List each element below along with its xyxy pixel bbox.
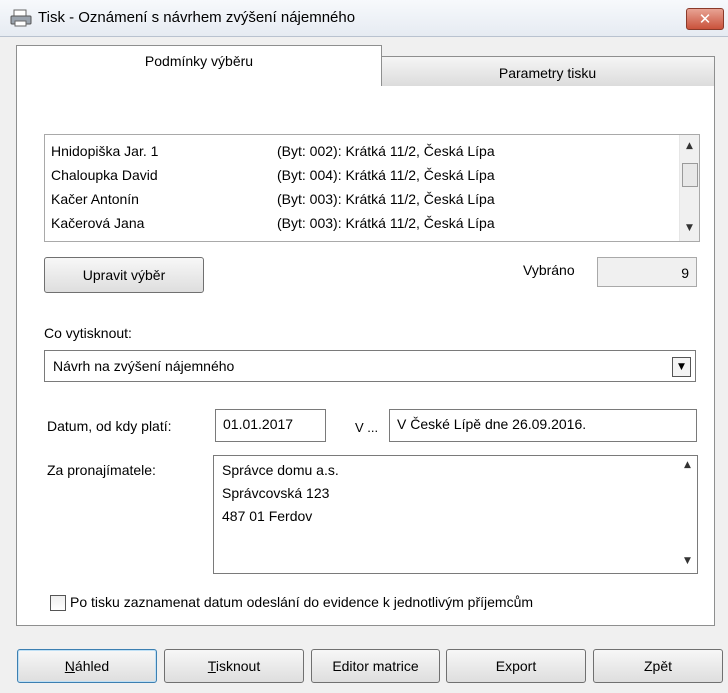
scroll-thumb[interactable] xyxy=(682,163,698,187)
landlord-textarea[interactable]: Správce domu a.s. Správcovská 123 487 01… xyxy=(213,455,698,574)
print-what-label: Co vytisknout: xyxy=(44,325,132,341)
tab-parametry-tisku[interactable]: Parametry tisku xyxy=(380,56,715,86)
scroll-up-icon[interactable]: ▲ xyxy=(680,141,699,151)
list-item-name: Chaloupka David xyxy=(51,167,158,183)
edit-selection-button[interactable]: Upravit výběr xyxy=(44,257,204,293)
export-button[interactable]: Export xyxy=(446,649,586,683)
list-item-name: Hnidopiška Jar. 1 xyxy=(51,143,159,159)
list-item-address: (Byt: 004): Krátká 11/2, Česká Lípa xyxy=(277,167,495,183)
list-item[interactable]: Kačer Antonín (Byt: 003): Krátká 11/2, Č… xyxy=(51,191,671,213)
selected-count-label: Vybráno xyxy=(523,262,575,278)
window-title: Tisk - Oznámení s návrhem zvýšení nájemn… xyxy=(38,9,356,26)
print-what-select[interactable]: Návrh na zvýšení nájemného ▼ xyxy=(44,350,696,382)
valid-from-input[interactable]: 01.01.2017 xyxy=(215,409,326,442)
print-label: isknout xyxy=(215,658,261,674)
list-item-address: (Byt: 003): Krátká 11/2, Česká Lípa xyxy=(277,191,495,207)
landlord-line: 487 01 Ferdov xyxy=(222,508,313,524)
list-item-address: (Byt: 003): Krátká 11/2, Česká Lípa xyxy=(277,215,495,231)
record-date-checkbox[interactable] xyxy=(50,595,66,611)
list-item-name: Kačer Antonín xyxy=(51,191,139,207)
list-item[interactable]: Chaloupka David (Byt: 004): Krátká 11/2,… xyxy=(51,167,671,189)
print-what-value: Návrh na zvýšení nájemného xyxy=(53,358,235,374)
scroll-up-icon[interactable]: ▲ xyxy=(678,460,697,470)
list-item-address: (Byt: 002): Krátká 11/2, Česká Lípa xyxy=(277,143,495,159)
preview-button[interactable]: Náhled xyxy=(17,649,157,683)
valid-from-label: Datum, od kdy platí: xyxy=(47,418,172,434)
close-button[interactable]: ✕ xyxy=(686,8,724,30)
preview-label: áhled xyxy=(74,658,110,674)
place-date-input[interactable]: V České Lípě dne 26.09.2016. xyxy=(389,409,697,442)
print-button[interactable]: Tisknout xyxy=(164,649,304,683)
printer-icon xyxy=(10,9,32,27)
scroll-down-icon[interactable]: ▼ xyxy=(678,556,697,566)
landlord-line: Správce domu a.s. xyxy=(222,462,339,478)
list-item-name: Kačerová Jana xyxy=(51,215,145,231)
place-label: V ... xyxy=(355,420,379,435)
list-item[interactable]: Hnidopiška Jar. 1 (Byt: 002): Krátká 11/… xyxy=(51,143,671,165)
record-date-label: Po tisku zaznamenat datum odeslání do ev… xyxy=(70,594,534,610)
list-item[interactable]: Kačerová Jana (Byt: 003): Krátká 11/2, Č… xyxy=(51,215,671,237)
preview-mnemonic: N xyxy=(64,658,75,674)
scroll-down-icon[interactable]: ▼ xyxy=(680,223,699,233)
textarea-scrollbar[interactable]: ▲ ▼ xyxy=(678,456,697,573)
print-mnemonic: T xyxy=(207,658,216,674)
recipient-list[interactable]: Hnidopiška Jar. 1 (Byt: 002): Krátká 11/… xyxy=(44,134,700,242)
tab-podminky-vyberu[interactable]: Podmínky výběru xyxy=(16,45,382,86)
chevron-down-icon[interactable]: ▼ xyxy=(672,357,691,377)
list-scrollbar[interactable]: ▲ ▼ xyxy=(679,135,699,241)
matrix-editor-button[interactable]: Editor matrice xyxy=(311,649,440,683)
landlord-label: Za pronajímatele: xyxy=(47,462,156,478)
back-button[interactable]: Zpět xyxy=(593,649,723,683)
landlord-line: Správcovská 123 xyxy=(222,485,330,501)
selected-count-value: 9 xyxy=(597,257,697,287)
